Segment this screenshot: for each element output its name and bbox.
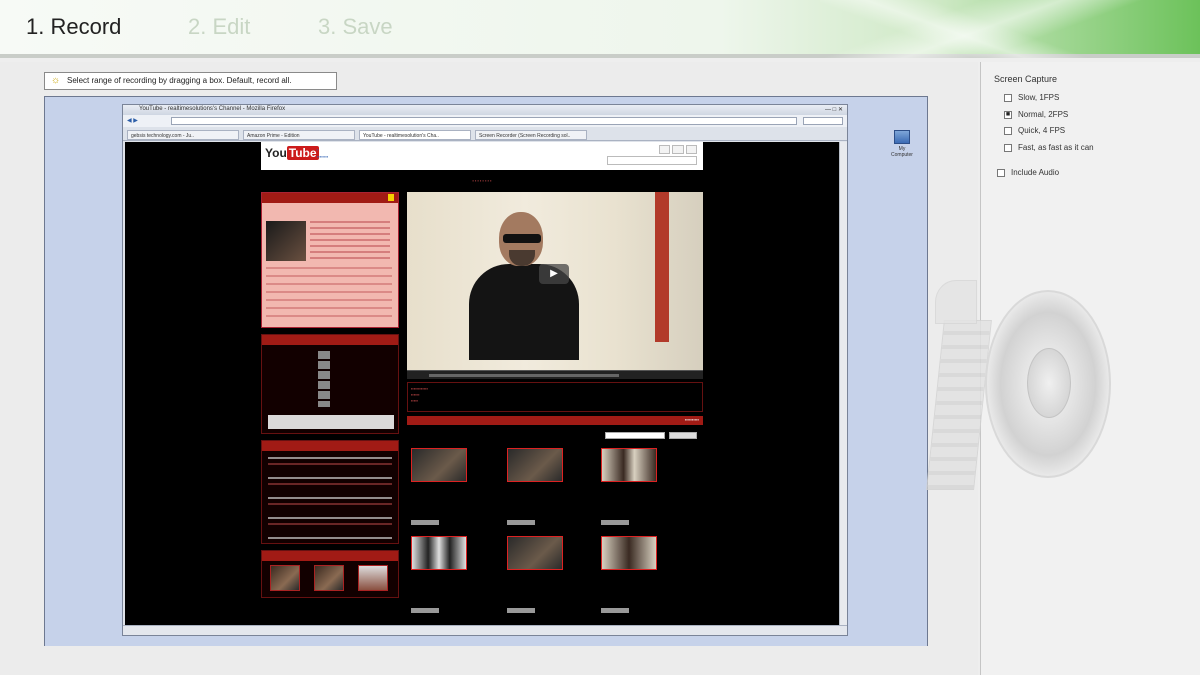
- film-reel-icon: [926, 280, 1115, 500]
- browser-tab-strip: gebsis technology.com - Ju.. Amazon Prim…: [123, 127, 847, 141]
- video-thumbnail: [411, 448, 467, 482]
- connect-buttons: [318, 351, 330, 407]
- step-bar: 1. Record 2. Edit 3. Save: [0, 0, 1200, 58]
- browser-tab-active: YouTube - realtimesolution's Cha..: [359, 130, 471, 140]
- step-edit[interactable]: 2. Edit: [188, 14, 250, 40]
- fps-option-slow-label: Slow, 1FPS: [1018, 93, 1060, 102]
- youtube-channel-nav: ▪ ▪ ▪ ▪ ▪ ▪ ▪ ▪: [472, 178, 492, 183]
- friends-panel: [261, 550, 399, 598]
- selection-hint-text: Select range of recording by dragging a …: [67, 76, 292, 85]
- video-thumbnail: [507, 448, 563, 482]
- channel-info-header: [262, 193, 398, 203]
- browser-tab: gebsis technology.com - Ju..: [127, 130, 239, 140]
- browser-tab: Screen Recorder (Screen Recording sol..: [475, 130, 587, 140]
- video-rating: [507, 608, 535, 613]
- browser-status-bar: [123, 625, 847, 635]
- video-progress-bar: [429, 374, 619, 377]
- video-thumbnail: [411, 536, 467, 570]
- channel-info-panel: [261, 192, 399, 328]
- recent-activity-header: [262, 441, 398, 451]
- youtube-search-field: [607, 156, 697, 165]
- video-person: [469, 212, 579, 360]
- recent-activity-panel: [261, 440, 399, 544]
- header-swoosh-decoration: [820, 0, 1200, 58]
- connect-panel-header: [262, 335, 398, 345]
- browser-address-bar: ◀ ▶: [123, 115, 847, 127]
- subscribe-button: [388, 194, 394, 201]
- friend-thumbnail: [358, 565, 388, 591]
- videos-search-field: [605, 432, 665, 439]
- video-thumbnail: [601, 448, 657, 482]
- youtube-header: You Tube ▪ ▪▪▪▪▪▪▪▪: [261, 142, 703, 170]
- fps-option-quick-label: Quick, 4 FPS: [1018, 126, 1066, 135]
- video-thumbnail: [507, 536, 563, 570]
- include-audio-label: Include Audio: [1011, 168, 1060, 177]
- video-thumbnail: [601, 536, 657, 570]
- step-record[interactable]: 1. Record: [26, 14, 121, 40]
- browser-url-field: [171, 117, 797, 125]
- videos-search-button: [669, 432, 697, 439]
- video-rating: [507, 520, 535, 525]
- include-audio-checkbox[interactable]: [997, 169, 1005, 177]
- youtube-page: You Tube ▪ ▪▪▪▪▪▪▪▪ ▪ ▪ ▪ ▪ ▪ ▪ ▪ ▪ ▶ ▪▪…: [125, 142, 839, 626]
- browser-search-field: [803, 117, 843, 125]
- film-strip-decoration: [926, 320, 992, 490]
- screen-capture-title: Screen Capture: [994, 74, 1058, 84]
- radio-slow[interactable]: [1004, 94, 1012, 102]
- youtube-header-buttons: [657, 145, 697, 154]
- videos-section-header: ▪▪▪▪▪▪▪▪▪▪: [407, 416, 703, 425]
- browser-nav-icon: ◀ ▶: [127, 118, 138, 124]
- video-info-box: ▪▪▪▪▪▪▪▪▪▪▪▪ ▪▪▪▪▪▪ ▪▪▪▪▪: [407, 382, 703, 412]
- video-rating: [411, 520, 439, 525]
- browser-title: YouTube - realtimesolutions's Channel - …: [139, 106, 286, 112]
- channel-avatar: [266, 221, 306, 261]
- computer-icon: [894, 130, 910, 144]
- browser-scrollbar: [839, 142, 847, 626]
- step-save[interactable]: 3. Save: [318, 14, 393, 40]
- film-reel-hub: [1027, 348, 1071, 418]
- friends-panel-header: [262, 551, 398, 561]
- friend-thumbnail: [314, 565, 344, 591]
- selection-hint: ☼ Select range of recording by dragging …: [44, 72, 337, 90]
- play-icon: ▶: [539, 264, 569, 284]
- youtube-header-links: ▪ ▪▪▪▪▪▪▪▪: [317, 147, 329, 159]
- lightbulb-icon: ☼: [51, 75, 61, 86]
- videos-section-links: ▪▪▪▪▪▪▪▪▪▪: [684, 417, 699, 422]
- youtube-channel-sidebar: [261, 192, 399, 598]
- video-rating: [601, 520, 629, 525]
- youtube-video-player: ▶: [407, 192, 703, 370]
- video-rating: [411, 608, 439, 613]
- recent-activity-list: [268, 457, 392, 541]
- radio-normal-checked[interactable]: ■: [1004, 111, 1012, 119]
- channel-stats: [310, 221, 390, 261]
- fps-option-normal-label: Normal, 2FPS: [1018, 110, 1069, 119]
- browser-title-bar: YouTube - realtimesolutions's Channel - …: [123, 105, 847, 115]
- desktop-icon-my-computer: My Computer: [888, 130, 916, 158]
- radio-quick[interactable]: [1004, 127, 1012, 135]
- film-strip-curl-decoration: [935, 280, 977, 324]
- video-controls: [407, 370, 703, 379]
- video-rating: [601, 608, 629, 613]
- browser-tab: Amazon Prime - Edition: [243, 130, 355, 140]
- video-person-sunglasses: [503, 234, 541, 243]
- preview-browser-window: YouTube - realtimesolutions's Channel - …: [122, 104, 848, 636]
- radio-fast[interactable]: [1004, 144, 1012, 152]
- youtube-logo: You Tube: [265, 146, 319, 160]
- video-red-pole: [655, 192, 669, 342]
- capture-area-footer: [0, 646, 978, 675]
- window-controls-icon: — □ ✕: [825, 107, 843, 113]
- friend-thumbnail: [270, 565, 300, 591]
- desktop-icon-label: My Computer: [891, 146, 913, 158]
- fps-option-fast-label: Fast, as fast as it can: [1018, 143, 1094, 152]
- channel-description: [266, 267, 392, 319]
- connect-panel: [261, 334, 399, 434]
- channel-url-field: [268, 415, 394, 429]
